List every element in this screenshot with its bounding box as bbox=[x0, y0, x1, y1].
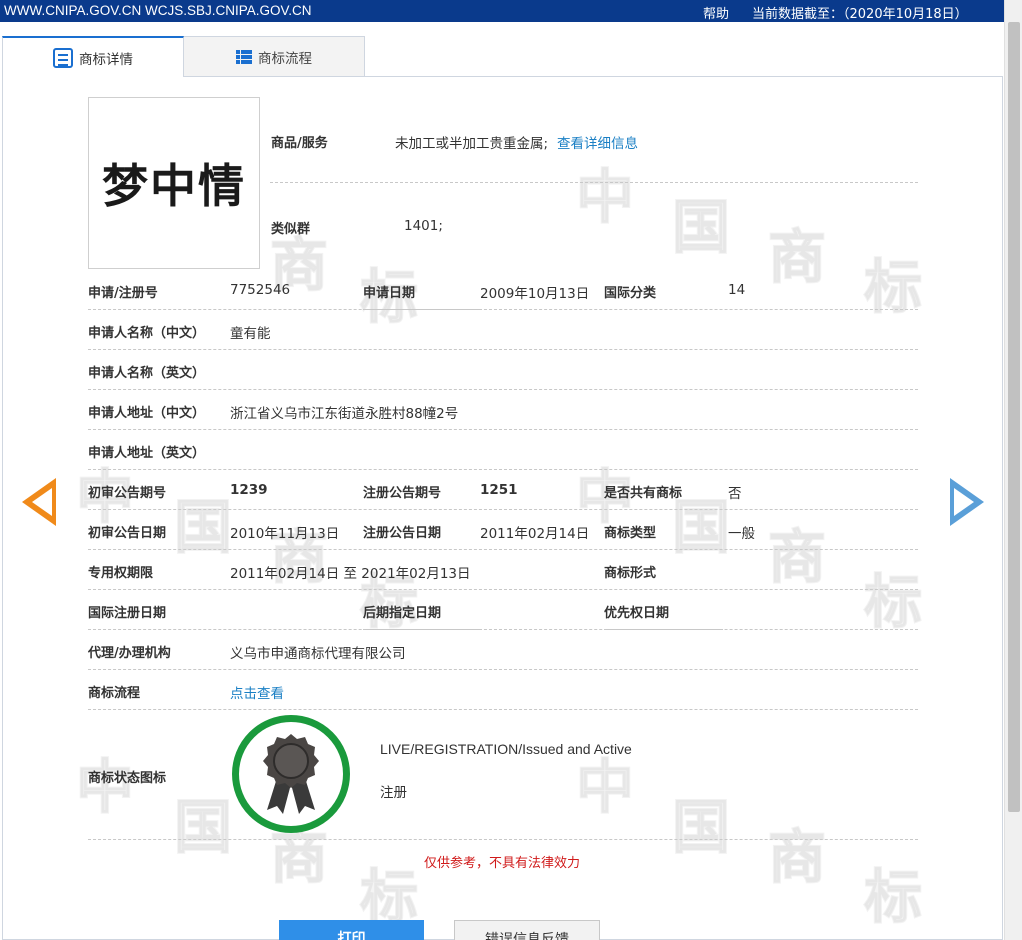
tab-trademark-detail[interactable]: 商标详情 bbox=[2, 36, 184, 77]
tm-type-value: 一般 bbox=[728, 526, 755, 542]
watermark-char: 国 bbox=[173, 492, 233, 562]
address-cn-value: 浙江省义乌市江东街道永胜村88幢2号 bbox=[230, 406, 459, 422]
flow-view-link[interactable]: 点击查看 bbox=[230, 682, 284, 702]
similar-group-value: 1401; bbox=[404, 218, 443, 234]
divider bbox=[88, 589, 918, 590]
prelim-date-label: 初审公告日期 bbox=[88, 526, 167, 541]
apply-date-value: 2009年10月13日 bbox=[480, 286, 590, 302]
status-cn: 注册 bbox=[380, 785, 407, 801]
intl-class-label: 国际分类 bbox=[604, 286, 657, 301]
error-report-button[interactable]: 错误信息反馈 bbox=[454, 920, 600, 940]
divider bbox=[88, 549, 918, 550]
goods-value: 未加工或半加工贵重金属; bbox=[395, 136, 549, 152]
help-link[interactable]: 帮助 bbox=[703, 3, 729, 22]
divider bbox=[270, 182, 918, 183]
intl-reg-date-label: 国际注册日期 bbox=[88, 606, 167, 621]
print-button[interactable]: 打印 bbox=[279, 920, 424, 940]
award-ribbon-icon bbox=[263, 734, 319, 814]
goods-label: 商品/服务 bbox=[271, 136, 328, 151]
divider bbox=[88, 429, 918, 430]
later-date-label: 后期指定日期 bbox=[363, 606, 442, 621]
divider bbox=[88, 469, 918, 470]
top-bar: WWW.CNIPA.GOV.CN WCJS.SBJ.CNIPA.GOV.CN 帮… bbox=[0, 0, 1004, 22]
divider bbox=[88, 509, 918, 510]
tab-trademark-flow[interactable]: 商标流程 bbox=[183, 36, 365, 76]
exclusive-label: 专用权期限 bbox=[88, 566, 154, 581]
site-urls: WWW.CNIPA.GOV.CN WCJS.SBJ.CNIPA.GOV.CN bbox=[4, 3, 312, 18]
reg-date-value: 2011年02月14日 bbox=[480, 526, 590, 542]
applicant-cn-label: 申请人名称（中文） bbox=[88, 326, 206, 341]
previous-arrow-icon[interactable] bbox=[22, 478, 56, 526]
reg-issue-value: 1251 bbox=[480, 482, 518, 498]
applicant-en-label: 申请人名称（英文） bbox=[88, 366, 206, 381]
address-en-label: 申请人地址（英文） bbox=[88, 446, 206, 461]
watermark-char: 标 bbox=[863, 252, 923, 322]
next-arrow-icon[interactable] bbox=[950, 478, 984, 526]
vertical-scrollbar[interactable] bbox=[1004, 0, 1022, 940]
status-icon-label: 商标状态图标 bbox=[88, 771, 167, 786]
status-en: LIVE/REGISTRATION/Issued and Active bbox=[380, 741, 632, 757]
legal-notice: 仅供参考，不具有法律效力 bbox=[423, 856, 580, 871]
divider bbox=[88, 839, 918, 840]
divider bbox=[88, 349, 918, 350]
watermark-char: 中 bbox=[575, 162, 635, 232]
divider bbox=[88, 669, 918, 670]
trademark-name: 梦中情 bbox=[102, 159, 246, 213]
reg-no-value: 7752546 bbox=[230, 282, 291, 298]
goods-detail-link[interactable]: 查看详细信息 bbox=[557, 132, 638, 152]
shared-value: 否 bbox=[728, 486, 742, 502]
divider bbox=[88, 309, 918, 310]
priority-date-label: 优先权日期 bbox=[604, 606, 670, 621]
agent-value: 义乌市申通商标代理有限公司 bbox=[230, 646, 406, 662]
shared-label: 是否共有商标 bbox=[604, 486, 683, 501]
flow-label: 商标流程 bbox=[88, 686, 141, 701]
prelim-issue-label: 初审公告期号 bbox=[88, 486, 167, 501]
tab-label: 商标详情 bbox=[79, 51, 133, 68]
data-date: 当前数据截至：（2020年10月18日） bbox=[752, 7, 968, 22]
status-badge bbox=[232, 715, 350, 833]
tab-label: 商标流程 bbox=[258, 50, 312, 67]
exclusive-value: 2011年02月14日 至 2021年02月13日 bbox=[230, 566, 471, 582]
watermark-char: 国 bbox=[671, 192, 731, 262]
divider bbox=[88, 389, 918, 390]
tm-form-label: 商标形式 bbox=[604, 566, 657, 581]
trademark-image: 梦中情 bbox=[88, 97, 260, 269]
apply-date-label: 申请日期 bbox=[363, 286, 416, 301]
watermark-char: 商 bbox=[767, 522, 827, 592]
divider bbox=[88, 629, 918, 630]
reg-issue-label: 注册公告期号 bbox=[363, 486, 442, 501]
document-list-icon bbox=[53, 47, 73, 68]
list-icon bbox=[236, 49, 252, 64]
watermark-char: 标 bbox=[863, 567, 923, 637]
prelim-issue-value: 1239 bbox=[230, 482, 268, 498]
divider bbox=[88, 709, 918, 710]
reg-date-label: 注册公告日期 bbox=[363, 526, 442, 541]
scrollbar-thumb[interactable] bbox=[1008, 22, 1020, 812]
address-cn-label: 申请人地址（中文） bbox=[88, 406, 206, 421]
reg-no-label: 申请/注册号 bbox=[88, 286, 158, 301]
agent-label: 代理/办理机构 bbox=[88, 646, 171, 661]
prelim-date-value: 2010年11月13日 bbox=[230, 526, 340, 542]
applicant-cn-value: 童有能 bbox=[230, 326, 271, 342]
tm-type-label: 商标类型 bbox=[604, 526, 657, 541]
watermark-char: 商 bbox=[767, 222, 827, 292]
intl-class-value: 14 bbox=[728, 282, 746, 298]
similar-group-label: 类似群 bbox=[271, 222, 311, 237]
